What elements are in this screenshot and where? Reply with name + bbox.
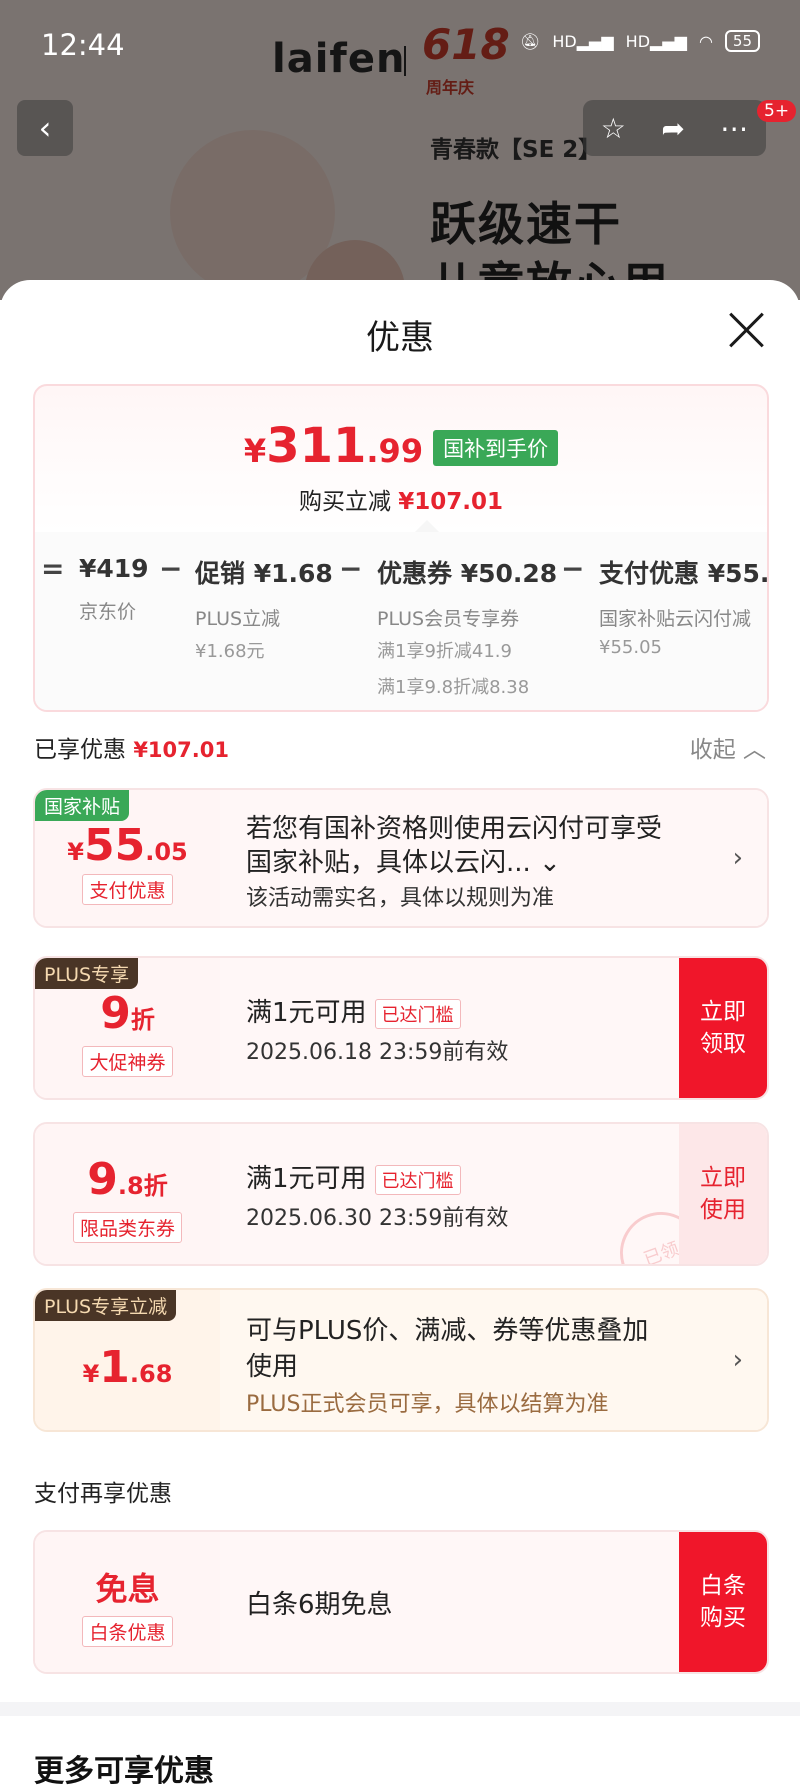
discount-sheet: 优惠 ¥311.99 国补到手价 购买立减 ¥107.01 = ¥419 京东价… xyxy=(0,280,800,1789)
status-bar: 12:44 🔕︎ HD▂▄▆ HD▂▄▆ ◠ 55 xyxy=(0,0,800,90)
coupon-type-chip: 大促神券 xyxy=(35,1046,220,1077)
back-button[interactable]: ‹ xyxy=(17,100,73,156)
breakdown-item-promo: 促销 ¥1.68 PLUS立减 ¥1.68元 xyxy=(195,559,333,662)
baitiao-card: 免息 白条优惠 白条6期免息 白条 购买 xyxy=(33,1530,769,1674)
subsidy-tag: 国家补贴 xyxy=(35,790,130,821)
payment-discount-chip: 支付优惠 xyxy=(35,874,220,905)
plus-reduction-card[interactable]: PLUS专享立减 ¥1.68 可与PLUS价、满减、券等优惠叠加 使用 PLUS… xyxy=(33,1288,769,1432)
battery-icon: 55 xyxy=(724,30,760,52)
baitiao-buy-button[interactable]: 白条 购买 xyxy=(679,1532,767,1672)
coupon-expiry: 2025.06.30 23:59前有效 xyxy=(246,1206,509,1231)
status-icons: 🔕︎ HD▂▄▆ HD▂▄▆ ◠ 55 xyxy=(520,30,760,52)
coupon-condition: 满1元可用 已达门槛 xyxy=(246,992,461,1029)
caret xyxy=(415,520,439,532)
notification-badge: 5+ xyxy=(757,100,797,122)
subsidy-price-tag: 国补到手价 xyxy=(433,430,559,466)
minus-sign: − xyxy=(339,552,363,585)
section-divider xyxy=(0,1702,800,1716)
coupon-condition: 满1元可用 已达门槛 xyxy=(246,1158,461,1195)
price-breakdown[interactable]: = ¥419 京东价 − 促销 ¥1.68 PLUS立减 ¥1.68元 − 优惠… xyxy=(35,532,767,710)
final-price: ¥311.99 国补到手价 xyxy=(35,418,767,474)
card-description: 使用 xyxy=(246,1352,299,1382)
breakdown-item-coupon: 优惠券 ¥50.28 PLUS会员专享券 满1享9折减41.9 满1享9.8折减… xyxy=(377,559,558,698)
coupon-expiry: 2025.06.18 23:59前有效 xyxy=(246,1040,509,1065)
wifi-icon: ◠ xyxy=(698,31,713,51)
claim-coupon-button[interactable]: 立即 领取 xyxy=(679,958,767,1098)
card-description: 若您有国补资格则使用云闪付可享受 xyxy=(246,814,663,844)
breakdown-item-jd-price: ¥419 京东价 xyxy=(79,554,149,623)
use-coupon-button[interactable]: 立即 使用 xyxy=(679,1124,767,1264)
collapse-toggle[interactable]: 收起 ︿ xyxy=(690,730,766,764)
chevron-left-icon: ‹ xyxy=(38,109,52,147)
plus-exclusive-tag: PLUS专享 xyxy=(35,958,139,989)
price-summary: ¥311.99 国补到手价 购买立减 ¥107.01 = ¥419 京东价 − … xyxy=(33,384,769,712)
share-icon[interactable]: ➦ xyxy=(661,112,684,145)
minus-sign: − xyxy=(561,552,585,585)
card-note: 该活动需实名，具体以规则为准 xyxy=(246,886,555,911)
purchase-reduction: 购买立减 ¥107.01 xyxy=(298,489,504,515)
interest-free-label: 免息 xyxy=(95,1570,160,1608)
price-decimal: .99 xyxy=(366,432,424,470)
sheet-title: 优惠 xyxy=(366,318,434,358)
signal-icon: HD▂▄▆ xyxy=(625,31,687,51)
more-icon[interactable]: ⋯ xyxy=(720,112,748,145)
card-description: 可与PLUS价、满减、券等优惠叠加 xyxy=(246,1316,649,1346)
chevron-up-icon: ︿ xyxy=(743,737,766,763)
coupon-type-chip: 限品类东券 xyxy=(35,1212,220,1243)
close-icon[interactable] xyxy=(726,310,766,350)
signal-icon: HD▂▄▆ xyxy=(552,31,614,51)
status-time: 12:44 xyxy=(41,28,125,62)
baitiao-chip: 白条优惠 xyxy=(35,1616,220,1647)
installment-description: 白条6期免息 xyxy=(246,1590,393,1620)
discount-amount: ¥1.68 xyxy=(82,1342,173,1393)
plus-coupon-card: PLUS专享 9折 大促神券 满1元可用 已达门槛 2025.06.18 23:5… xyxy=(33,956,769,1100)
price-integer: 311 xyxy=(266,418,367,474)
star-icon[interactable]: ☆ xyxy=(601,112,626,145)
card-description[interactable]: 国家补贴，具体以云闪... ⌄ xyxy=(246,842,561,879)
discount-amount: 9折 xyxy=(100,988,155,1039)
card-note: PLUS正式会员可享，具体以结算为准 xyxy=(246,1392,609,1417)
discount-amount: 9.8折 xyxy=(87,1154,168,1205)
more-discounts-title: 更多可享优惠 xyxy=(34,1754,214,1789)
breakdown-item-payment: 支付优惠 ¥55.05 国家补贴云闪付减 ¥55.05 xyxy=(599,559,769,658)
subsidy-card[interactable]: 国家补贴 ¥55.05 支付优惠 若您有国补资格则使用云闪付可享受 国家补贴，具… xyxy=(33,788,769,928)
pay-section-title: 支付再享优惠 xyxy=(34,1481,172,1507)
equals-sign: = xyxy=(41,552,65,585)
chevron-right-icon[interactable]: › xyxy=(733,843,743,873)
nav-actions: ☆ ➦ ⋯ xyxy=(583,100,766,156)
mute-icon: 🔕︎ xyxy=(520,31,541,51)
chevron-right-icon[interactable]: › xyxy=(733,1345,743,1375)
category-coupon-card: 9.8折 限品类东券 满1元可用 已达门槛 2025.06.30 23:59前有效… xyxy=(33,1122,769,1266)
minus-sign: − xyxy=(159,552,183,585)
discount-amount: ¥55.05 xyxy=(67,820,188,871)
plus-reduction-tag: PLUS专享立减 xyxy=(35,1290,177,1321)
enjoyed-discount: 已享优惠 ¥107.01 xyxy=(34,737,229,763)
